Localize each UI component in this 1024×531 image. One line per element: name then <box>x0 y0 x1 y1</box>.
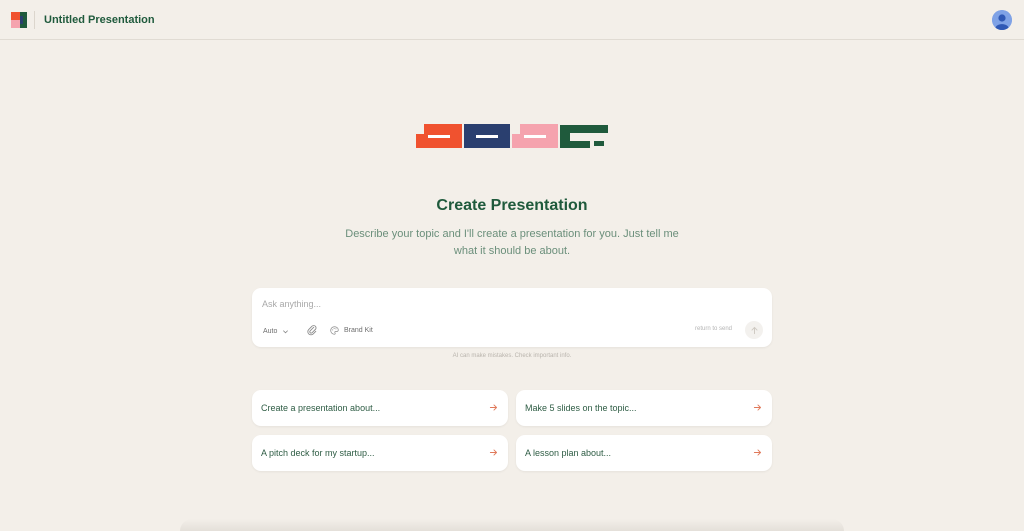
ai-disclaimer: AI can make mistakes. Check important in… <box>452 353 572 359</box>
mode-label: Auto <box>263 327 278 335</box>
suggestion-label: A pitch deck for my startup... <box>261 448 375 458</box>
bottom-panel-edge <box>180 519 844 531</box>
prompt-composer: Auto Brand Kit return to send <box>252 288 772 347</box>
suggestion-card[interactable]: A lesson plan about... <box>516 435 772 471</box>
user-avatar-icon[interactable] <box>992 10 1012 30</box>
brand-wordmark-logo <box>416 124 608 148</box>
document-title[interactable]: Untitled Presentation <box>44 12 155 28</box>
send-button[interactable] <box>745 321 763 339</box>
page-title: Create Presentation <box>436 197 588 214</box>
arrow-right-icon <box>753 404 762 411</box>
header-divider <box>34 11 35 29</box>
arrow-up-icon <box>750 326 758 334</box>
mode-dropdown[interactable]: Auto <box>263 325 289 337</box>
send-hint: return to send <box>695 326 733 332</box>
suggestion-card[interactable]: Make 5 slides on the topic... <box>516 390 772 426</box>
suggestion-label: Make 5 slides on the topic... <box>525 403 637 413</box>
arrow-right-icon <box>489 449 498 456</box>
paperclip-icon[interactable] <box>306 324 318 336</box>
arrow-right-icon <box>489 404 498 411</box>
suggestion-label: Create a presentation about... <box>261 403 381 413</box>
palette-icon <box>330 325 339 335</box>
suggestion-card[interactable]: A pitch deck for my startup... <box>252 435 508 471</box>
arrow-right-icon <box>753 449 762 456</box>
suggestion-card[interactable]: Create a presentation about... <box>252 390 508 426</box>
suggestion-label: A lesson plan about... <box>525 448 612 458</box>
page-subtitle: Describe your topic and I'll create a pr… <box>345 228 679 257</box>
chevron-down-icon <box>283 329 289 333</box>
app-logo-icon[interactable] <box>11 12 27 28</box>
brand-kit-button[interactable]: Brand Kit <box>330 324 373 336</box>
prompt-input[interactable] <box>262 296 752 312</box>
brand-kit-label: Brand Kit <box>344 326 373 334</box>
top-bar: Untitled Presentation <box>0 0 1024 40</box>
